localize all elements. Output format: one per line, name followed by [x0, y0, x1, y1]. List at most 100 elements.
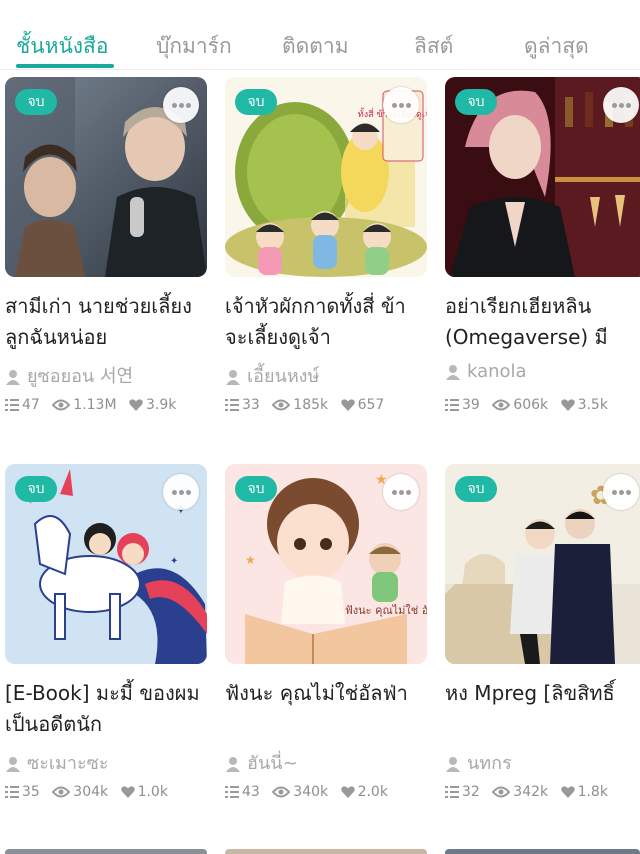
user-icon — [446, 365, 460, 380]
book-title[interactable]: เจ้าหัวผักกาดทั้งสี่ ข้าจะเลี้ยงดูเจ้า — [225, 291, 427, 353]
heart-icon — [340, 399, 355, 411]
list-icon — [225, 399, 239, 411]
more-dots-icon[interactable] — [163, 87, 199, 123]
book-cover[interactable]: ✦ ✦ ✦ จบ — [5, 464, 207, 664]
book-cover[interactable]: จบ — [5, 77, 207, 277]
eye-icon — [51, 399, 71, 411]
eye-icon — [491, 399, 511, 411]
book-card[interactable]: จบ สามีเก่า นายช่วยเลี้ยงลูกฉันหน่อย ยูซ… — [5, 77, 207, 413]
list-icon — [445, 399, 459, 411]
book-card[interactable]: ทั้งสี่ ข้าจะเลี้ยงดูเจ้าเอง จบ เจ้าหัวผ… — [225, 77, 427, 413]
book-card[interactable]: ฟังนะ คุณไม่ใช่ อัลฟ่า ★ ★ จบ ฟังนะ คุณไ… — [225, 464, 427, 800]
svg-text:✦: ✦ — [170, 556, 178, 567]
like-count: 1.0k — [137, 784, 168, 800]
book-title[interactable]: หง Mpreg [ลิขสิทธิ์ — [445, 678, 640, 740]
completed-badge: จบ — [235, 476, 277, 502]
book-author: ยูซอยอน 서연 — [5, 361, 207, 387]
book-stats: 39 606k 3.5k — [445, 397, 640, 413]
eye-icon — [271, 786, 291, 798]
user-icon — [6, 370, 20, 385]
like-count: 2.0k — [357, 784, 388, 800]
tab-divider — [0, 69, 640, 70]
book-stats: 33 185k 657 — [225, 397, 427, 413]
cover-title-text: ฟังนะ คุณไม่ใช่ อัลฟ่า — [345, 604, 427, 617]
heart-icon — [340, 786, 355, 798]
like-count: 1.8k — [577, 784, 608, 800]
author-name: นทกร — [467, 753, 512, 774]
svg-text:★: ★ — [245, 553, 256, 567]
book-title[interactable]: ฟังนะ คุณไม่ใช่อัลฟ่า — [225, 678, 427, 740]
like-count: 3.5k — [577, 397, 608, 413]
book-title[interactable]: สามีเก่า นายช่วยเลี้ยงลูกฉันหน่อย — [5, 291, 207, 353]
next-row-cover[interactable] — [445, 849, 640, 854]
chapter-count: 43 — [242, 784, 260, 800]
user-icon — [446, 757, 460, 772]
chapter-count: 39 — [462, 397, 480, 413]
book-author: นทกร — [445, 748, 640, 774]
tab-following[interactable]: ติดตาม — [282, 30, 349, 63]
like-count: 3.9k — [146, 397, 177, 413]
completed-badge: จบ — [15, 476, 57, 502]
book-card[interactable]: จบ อย่าเรียกเฮียหลิน (Omegaverse) มี kan… — [445, 77, 640, 413]
view-count: 1.13M — [73, 397, 117, 413]
more-dots-icon[interactable] — [383, 474, 419, 510]
library-tabs: ชั้นหนังสือ บุ๊กมาร์ก ติดตาม ลิสต์ ดูล่า… — [0, 0, 640, 70]
active-tab-indicator — [16, 64, 114, 68]
view-count: 606k — [513, 397, 549, 413]
author-name: ซะเมาะซะ — [27, 753, 109, 774]
tab-recently-viewed[interactable]: ดูล่าสุด — [524, 30, 589, 63]
view-count: 304k — [73, 784, 109, 800]
view-count: 185k — [293, 397, 329, 413]
book-author: เอี้ยนหงษ์ — [225, 361, 427, 387]
more-dots-icon[interactable] — [383, 87, 419, 123]
book-author: kanola — [445, 361, 640, 387]
like-count: 657 — [357, 397, 385, 413]
book-card[interactable]: ✿ จบ หง Mpreg [ลิขสิทธิ์ นทกร 32 342k 1.… — [445, 464, 640, 800]
chapter-count: 32 — [462, 784, 480, 800]
author-name: ฮันนี่~ — [247, 753, 298, 774]
book-stats: 32 342k 1.8k — [445, 784, 640, 800]
tab-bookshelf[interactable]: ชั้นหนังสือ — [16, 30, 109, 63]
book-stats: 43 340k 2.0k — [225, 784, 427, 800]
heart-icon — [560, 786, 575, 798]
author-name: เอี้ยนหงษ์ — [247, 366, 320, 387]
book-author: ฮันนี่~ — [225, 748, 427, 774]
book-title[interactable]: อย่าเรียกเฮียหลิน (Omegaverse) มี — [445, 291, 640, 353]
next-row-cover[interactable] — [5, 849, 207, 854]
completed-badge: จบ — [235, 89, 277, 115]
book-cover[interactable]: ทั้งสี่ ข้าจะเลี้ยงดูเจ้าเอง จบ — [225, 77, 427, 277]
list-icon — [5, 786, 19, 798]
heart-icon — [129, 399, 143, 411]
tab-bookmarks[interactable]: บุ๊กมาร์ก — [156, 30, 232, 63]
book-cover[interactable]: จบ — [445, 77, 640, 277]
eye-icon — [51, 786, 71, 798]
user-icon — [226, 757, 240, 772]
list-icon — [445, 786, 459, 798]
heart-icon — [560, 399, 575, 411]
completed-badge: จบ — [455, 89, 497, 115]
chapter-count: 33 — [242, 397, 260, 413]
heart-icon — [120, 786, 135, 798]
list-icon — [5, 399, 19, 411]
view-count: 342k — [513, 784, 549, 800]
more-dots-icon[interactable] — [163, 474, 199, 510]
book-stats: 35 304k 1.0k — [5, 784, 207, 800]
eye-icon — [491, 786, 511, 798]
tab-lists[interactable]: ลิสต์ — [414, 30, 453, 63]
next-row-cover[interactable] — [225, 849, 427, 854]
book-cover[interactable]: ฟังนะ คุณไม่ใช่ อัลฟ่า ★ ★ จบ — [225, 464, 427, 664]
user-icon — [6, 757, 20, 772]
more-dots-icon[interactable] — [603, 87, 639, 123]
book-stats: 47 1.13M 3.9k — [5, 397, 207, 413]
author-name: ยูซอยอน 서연 — [27, 366, 134, 387]
completed-badge: จบ — [455, 476, 497, 502]
book-title[interactable]: [E-Book] มะมี้ ของผมเป็นอดีตนัก — [5, 678, 207, 740]
book-cover[interactable]: ✿ จบ — [445, 464, 640, 664]
chapter-count: 35 — [22, 784, 40, 800]
chapter-count: 47 — [22, 397, 40, 413]
book-card[interactable]: ✦ ✦ ✦ จบ [E-Book] มะมี้ ของผมเป็นอดีตนัก… — [5, 464, 207, 800]
completed-badge: จบ — [15, 89, 57, 115]
more-dots-icon[interactable] — [603, 474, 639, 510]
eye-icon — [271, 399, 291, 411]
view-count: 340k — [293, 784, 329, 800]
